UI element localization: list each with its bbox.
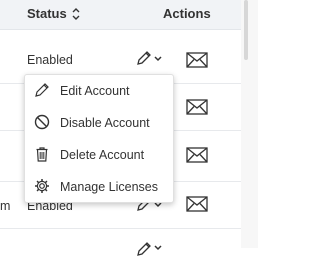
table-row <box>0 229 241 256</box>
menu-item-edit-account[interactable]: Edit Account <box>25 76 173 106</box>
gear-icon <box>35 179 49 193</box>
mail-icon[interactable] <box>186 99 208 115</box>
trash-icon <box>36 147 48 162</box>
menu-item-label: Delete Account <box>60 148 145 162</box>
menu-item-manage-licenses[interactable]: Manage Licenses <box>25 172 173 202</box>
menu-item-label: Edit Account <box>60 84 130 98</box>
menu-item-label: Disable Account <box>60 116 150 130</box>
chevron-down-icon[interactable] <box>154 245 162 251</box>
edit-pencil-icon[interactable] <box>135 49 153 67</box>
table-header: Status Actions <box>0 0 241 30</box>
mail-icon[interactable] <box>186 52 208 68</box>
account-actions-menu: Edit Account Disable Account Delete Acco… <box>24 74 174 203</box>
menu-item-delete-account[interactable]: Delete Account <box>25 140 173 170</box>
menu-item-label: Manage Licenses <box>60 180 158 194</box>
scrollbar-thumb[interactable] <box>244 0 248 60</box>
sort-icon[interactable] <box>72 7 80 21</box>
mail-icon[interactable] <box>186 196 208 212</box>
status-cell: Enabled <box>27 53 73 67</box>
chevron-down-icon[interactable] <box>154 56 162 62</box>
actions-column-header: Actions <box>163 6 211 21</box>
mail-icon[interactable] <box>186 147 208 163</box>
status-column-header[interactable]: Status <box>27 6 67 21</box>
truncated-cell-text: m <box>0 199 11 213</box>
pencil-icon <box>35 83 49 97</box>
menu-item-disable-account[interactable]: Disable Account <box>25 108 173 138</box>
ban-icon <box>34 114 50 130</box>
edit-pencil-icon[interactable] <box>135 240 153 258</box>
